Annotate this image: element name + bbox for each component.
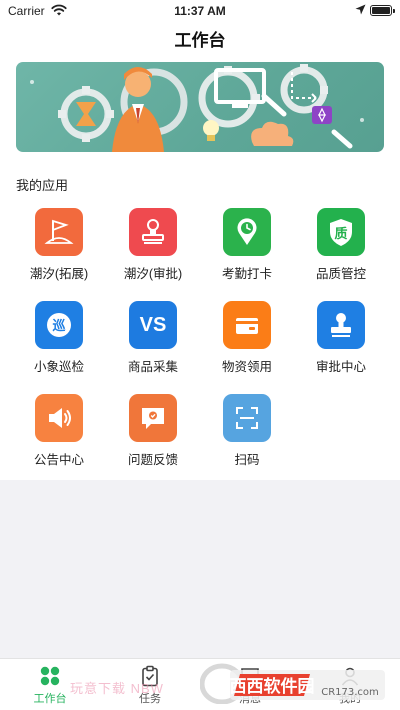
app-label: 商品采集 (127, 360, 178, 374)
workbench-banner[interactable] (16, 62, 384, 152)
app-label: 审批中心 (315, 360, 366, 374)
app-material-requisition[interactable]: 物资领用 (200, 301, 294, 375)
section-title: 我的应用 (16, 178, 69, 193)
app-patrol[interactable]: 巡 小象巡检 (12, 301, 106, 375)
app-feedback[interactable]: 问题反馈 (106, 394, 200, 468)
quality-glyph: 质 (334, 226, 347, 242)
watermark-logo-sub: CR173.com (321, 687, 379, 698)
location-clock-icon (223, 208, 271, 256)
app-label: 扫码 (234, 453, 260, 467)
watermark-text: 玩意下载 NBW (70, 681, 164, 696)
app-scan[interactable]: 扫码 (200, 394, 294, 468)
app-label: 公告中心 (33, 453, 84, 467)
app-attendance[interactable]: 考勤打卡 (200, 208, 294, 282)
patrol-icon: 巡 (35, 301, 83, 349)
location-arrow-icon (355, 4, 366, 15)
vs-glyph: VS (139, 313, 167, 336)
wallet-icon (223, 301, 271, 349)
app-label: 问题反馈 (127, 453, 178, 467)
app-label: 小象巡检 (33, 360, 84, 374)
status-bar: Carrier 11:37 AM (0, 0, 400, 22)
watermark-logo-title: 西西软件园 (230, 676, 315, 697)
stamp-icon (129, 208, 177, 256)
scan-icon (223, 394, 271, 442)
app-quality-control[interactable]: 质 品质管控 (294, 208, 388, 282)
banner-illustration (30, 64, 364, 152)
main-content: 我的应用 潮汐(拓展) 潮汐(审批) 考勤打卡 质 品质管控 巡 小象巡检 VS… (0, 58, 400, 480)
clock-time: 11:37 AM (174, 4, 226, 18)
app-product-collection[interactable]: VS 商品采集 (106, 301, 200, 375)
app-tide-approval[interactable]: 潮汐(审批) (106, 208, 200, 282)
flag-icon (35, 208, 83, 256)
app-label: 考勤打卡 (221, 267, 272, 281)
battery-icon (370, 5, 395, 16)
navigation-bar: 工作台 (0, 22, 400, 58)
app-label: 潮汐(拓展) (29, 267, 89, 281)
feedback-icon (129, 394, 177, 442)
page-title: 工作台 (174, 31, 226, 50)
app-tide-expand[interactable]: 潮汐(拓展) (12, 208, 106, 282)
app-label: 品质管控 (315, 267, 366, 281)
vs-icon: VS (129, 301, 177, 349)
app-approval-center[interactable]: 审批中心 (294, 301, 388, 375)
app-label: 物资领用 (221, 360, 272, 374)
quality-shield-icon: 质 (317, 208, 365, 256)
approval-stamp-icon (317, 301, 365, 349)
megaphone-icon (35, 394, 83, 442)
app-label: 潮汐(审批) (123, 267, 183, 281)
patrol-glyph: 巡 (52, 318, 65, 334)
site-watermark-logo: 西西软件园 CR173.com (199, 662, 390, 705)
app-announcement-center[interactable]: 公告中心 (12, 394, 106, 468)
